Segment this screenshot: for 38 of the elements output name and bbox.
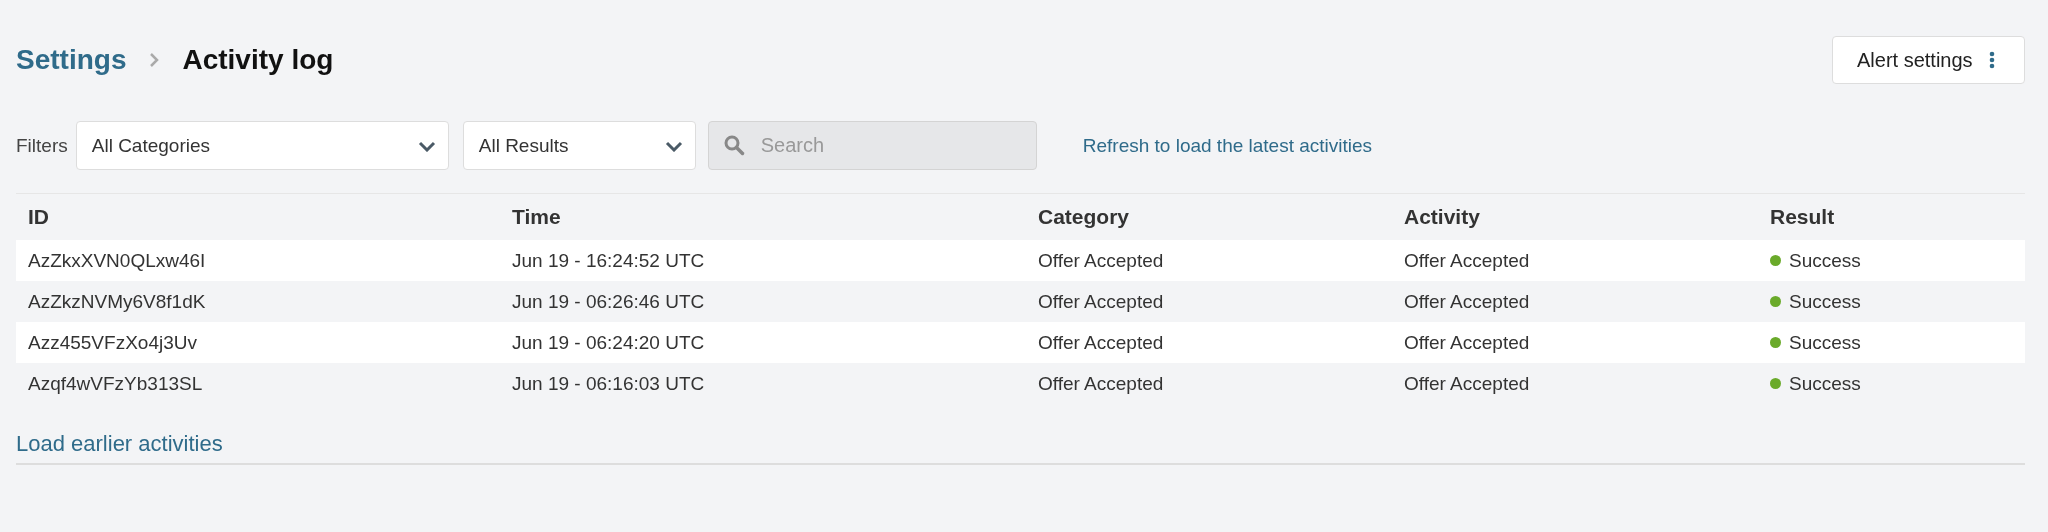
table-cell: Azqf4wVFzYb313SL [16,363,500,404]
table-cell: Offer Accepted [1392,363,1758,404]
more-vertical-icon [1988,51,1995,69]
search-field[interactable]: Search [707,121,1037,170]
table-cell: Offer Accepted [1392,281,1758,322]
alert-settings-button[interactable]: Alert settings [1832,36,2025,84]
table-cell: Jun 19 - 06:16:03 UTC [500,363,1026,404]
table-cell: Azz455VFzXo4j3Uv [16,322,500,363]
chevron-down-icon [417,139,436,152]
table-cell: AzZkzNVMy6V8f1dK [16,281,500,322]
chevron-right-icon [148,51,161,69]
table-cell: Offer Accepted [1026,363,1392,404]
category-dropdown[interactable]: All Categories [75,121,449,170]
load-more-link[interactable]: Load earlier activities [16,431,223,456]
column-header: ID [16,193,500,240]
table-cell: Offer Accepted [1392,240,1758,281]
column-header: Result [1758,193,2025,240]
result-text: Success [1789,331,1861,354]
table-cell: Offer Accepted [1392,322,1758,363]
table-cell: Offer Accepted [1026,281,1392,322]
refresh-link[interactable]: Refresh to load the latest activities [1082,134,1373,157]
column-header: Time [500,193,1026,240]
column-header: Category [1026,193,1392,240]
result-dropdown[interactable]: All Results [462,121,696,170]
table-cell: Jun 19 - 06:24:20 UTC [500,322,1026,363]
column-header: Activity [1392,193,1758,240]
chevron-down-icon [664,139,683,152]
result-text: Success [1789,372,1861,395]
table-cell: Offer Accepted [1026,322,1392,363]
table-cell: Offer Accepted [1026,240,1392,281]
filters-label: Filters [16,134,68,157]
page-title: Activity log [182,44,334,76]
result-text: Success [1789,290,1861,313]
table-cell: Jun 19 - 06:26:46 UTC [500,281,1026,322]
table-cell: Jun 19 - 16:24:52 UTC [500,240,1026,281]
table-cell: AzZkxXVN0QLxw46I [16,240,500,281]
result-text: Success [1789,249,1861,272]
breadcrumb-link[interactable]: Settings [16,44,127,76]
